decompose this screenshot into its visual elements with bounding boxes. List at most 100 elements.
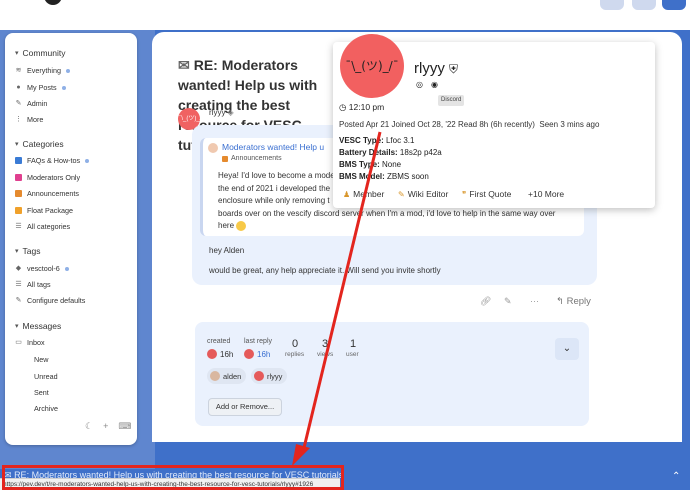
header-button-3[interactable] bbox=[662, 0, 686, 10]
sidebar-item-archive[interactable]: Archive bbox=[34, 404, 58, 413]
created-label: created bbox=[207, 338, 231, 345]
sidebar-item-unread[interactable]: Unread bbox=[34, 372, 58, 381]
user-local-time: ◷ 12:10 pm bbox=[339, 102, 385, 112]
replies-count: 0 bbox=[292, 338, 299, 350]
tag-icon: ◆ bbox=[15, 265, 22, 272]
discord-icon[interactable]: ◉ bbox=[431, 80, 438, 89]
post-text-line: hey Alden bbox=[209, 246, 245, 255]
sidebar-heading-community[interactable]: ▾ Community bbox=[15, 48, 66, 58]
sidebar: ▾ Community ≋ Everything ● My Posts ✎ Admin … bbox=[5, 33, 137, 445]
wrench-icon: ✎ bbox=[15, 100, 22, 107]
chevron-down-icon: ⌄ bbox=[562, 343, 572, 354]
user-card-avatar[interactable]: ¯\_(ツ)_/¯ bbox=[340, 34, 404, 98]
user-field-bms-model: BMS Model: ZBMS soon bbox=[339, 172, 429, 181]
quote-category[interactable]: Announcements bbox=[222, 155, 282, 162]
user-field-battery: Battery Details: 18s2p p42a bbox=[339, 148, 442, 157]
badge-member[interactable]: ♟ Member bbox=[343, 187, 384, 201]
sidebar-item-sent[interactable]: Sent bbox=[34, 388, 49, 397]
chevron-down-icon: ▾ bbox=[15, 50, 19, 57]
post-author-name[interactable]: rlyyy ◈ bbox=[209, 108, 234, 117]
edit-pencil-icon[interactable]: ✎ bbox=[504, 296, 512, 307]
shield-icon: ◈ bbox=[227, 108, 234, 117]
participant-pill[interactable]: alden bbox=[207, 368, 247, 384]
sidebar-item-everything[interactable]: ≋ Everything bbox=[15, 66, 70, 75]
sidebar-item-admin[interactable]: ✎ Admin bbox=[15, 99, 48, 108]
views-label: views bbox=[317, 351, 334, 358]
sidebar-heading-tags[interactable]: ▾ Tags bbox=[15, 246, 40, 256]
category-color-swatch bbox=[15, 190, 22, 197]
sidebar-heading-categories[interactable]: ▾ Categories bbox=[15, 139, 64, 149]
views-count: 3 bbox=[322, 338, 329, 350]
shield-icon: ⛨ bbox=[449, 62, 459, 76]
user-card-social-links: ◎ ◉ bbox=[416, 80, 438, 89]
last-reply-label: last reply bbox=[244, 338, 273, 345]
created-value[interactable]: 16h bbox=[207, 349, 233, 359]
reply-button[interactable]: ↰ Reply bbox=[556, 296, 591, 307]
expand-chevron-button[interactable]: ⌄ bbox=[555, 338, 579, 360]
avatar bbox=[244, 349, 254, 359]
sidebar-item-float-package[interactable]: Float Package bbox=[15, 206, 73, 215]
keyboard-icon[interactable]: ⌨ bbox=[118, 421, 131, 432]
users-label: user bbox=[346, 351, 359, 358]
ellipsis-icon: ⋮ bbox=[15, 116, 22, 123]
more-badges-link[interactable]: +10 More bbox=[528, 187, 564, 201]
clock-icon: ◷ bbox=[339, 102, 347, 112]
envelope-icon: ✉ bbox=[178, 57, 190, 73]
sidebar-item-all-categories[interactable]: ☰ All categories bbox=[15, 222, 70, 231]
inbox-icon: ▭ bbox=[15, 339, 22, 346]
sidebar-item-new[interactable]: New bbox=[34, 355, 48, 364]
plus-icon[interactable]: + bbox=[103, 421, 108, 432]
users-count: 1 bbox=[350, 338, 357, 350]
header-button-1[interactable] bbox=[600, 0, 624, 10]
link-icon[interactable]: 🔗︎ bbox=[480, 296, 491, 307]
discord-badge: Discord bbox=[438, 95, 465, 106]
sidebar-footer: ☾ + ⌨ bbox=[85, 421, 131, 432]
user-icon: ♟ bbox=[343, 189, 351, 199]
category-color-swatch bbox=[15, 174, 22, 181]
sidebar-item-announcements[interactable]: Announcements bbox=[15, 189, 79, 198]
moon-icon[interactable]: ☾ bbox=[85, 421, 93, 432]
reply-arrow-icon: ↰ bbox=[556, 296, 564, 307]
sidebar-item-faqs[interactable]: FAQs & How-tos bbox=[15, 156, 90, 165]
instagram-icon[interactable]: ◎ bbox=[416, 80, 423, 89]
avatar bbox=[207, 349, 217, 359]
quote-icon: ❞ bbox=[462, 189, 467, 199]
user-card-stats: Posted Apr 21 Joined Oct 28, '22 Read 8h… bbox=[339, 120, 600, 129]
chevron-down-icon: ▾ bbox=[15, 248, 19, 255]
sidebar-item-inbox[interactable]: ▭ Inbox bbox=[15, 338, 44, 347]
sidebar-item-configure-defaults[interactable]: ✎ Configure defaults bbox=[15, 296, 86, 305]
list-icon: ☰ bbox=[15, 281, 22, 288]
post-text-line: would be great, any help appreciate it. … bbox=[209, 266, 441, 275]
replies-label: replies bbox=[285, 351, 305, 358]
avatar bbox=[210, 371, 220, 381]
category-color-swatch bbox=[15, 157, 22, 164]
avatar bbox=[254, 371, 264, 381]
chevron-down-icon: ▾ bbox=[15, 141, 19, 148]
badge-wiki-editor[interactable]: ✎ Wiki Editor bbox=[398, 187, 448, 201]
unread-dot bbox=[64, 266, 69, 271]
chevron-up-icon[interactable]: ⌃ bbox=[672, 471, 680, 482]
sidebar-item-moderators-only[interactable]: Moderators Only bbox=[15, 173, 80, 182]
site-header bbox=[0, 0, 690, 30]
smiley-emoji-icon bbox=[236, 221, 247, 232]
header-button-2[interactable] bbox=[632, 0, 656, 10]
site-logo-icon[interactable] bbox=[38, 0, 68, 8]
last-reply-value[interactable]: 16h bbox=[244, 349, 270, 359]
unread-dot bbox=[85, 158, 90, 163]
participant-pill[interactable]: rlyyy bbox=[251, 368, 288, 384]
sidebar-item-my-posts[interactable]: ● My Posts bbox=[15, 83, 66, 92]
list-icon: ☰ bbox=[15, 223, 22, 230]
category-color-swatch bbox=[15, 207, 22, 214]
user-field-vesc-type: VESC Type: Lfoc 3.1 bbox=[339, 136, 415, 145]
quote-topic-link[interactable]: Moderators wanted! Help u bbox=[222, 142, 324, 152]
sidebar-heading-messages[interactable]: ▾ Messages bbox=[15, 321, 61, 331]
more-actions-icon[interactable]: ··· bbox=[530, 296, 539, 306]
sidebar-item-more[interactable]: ⋮ More bbox=[15, 115, 43, 124]
user-field-bms-type: BMS Type: None bbox=[339, 160, 402, 169]
add-or-remove-button[interactable]: Add or Remove... bbox=[208, 398, 282, 416]
highlight-box-annotation bbox=[2, 465, 344, 490]
sidebar-item-vesctool-6[interactable]: ◆ vesctool-6 bbox=[15, 264, 69, 273]
badge-first-quote[interactable]: ❞ First Quote bbox=[462, 187, 511, 201]
user-card-name[interactable]: rlyyy ⛨ bbox=[414, 60, 458, 77]
sidebar-item-all-tags[interactable]: ☰ All tags bbox=[15, 280, 50, 289]
